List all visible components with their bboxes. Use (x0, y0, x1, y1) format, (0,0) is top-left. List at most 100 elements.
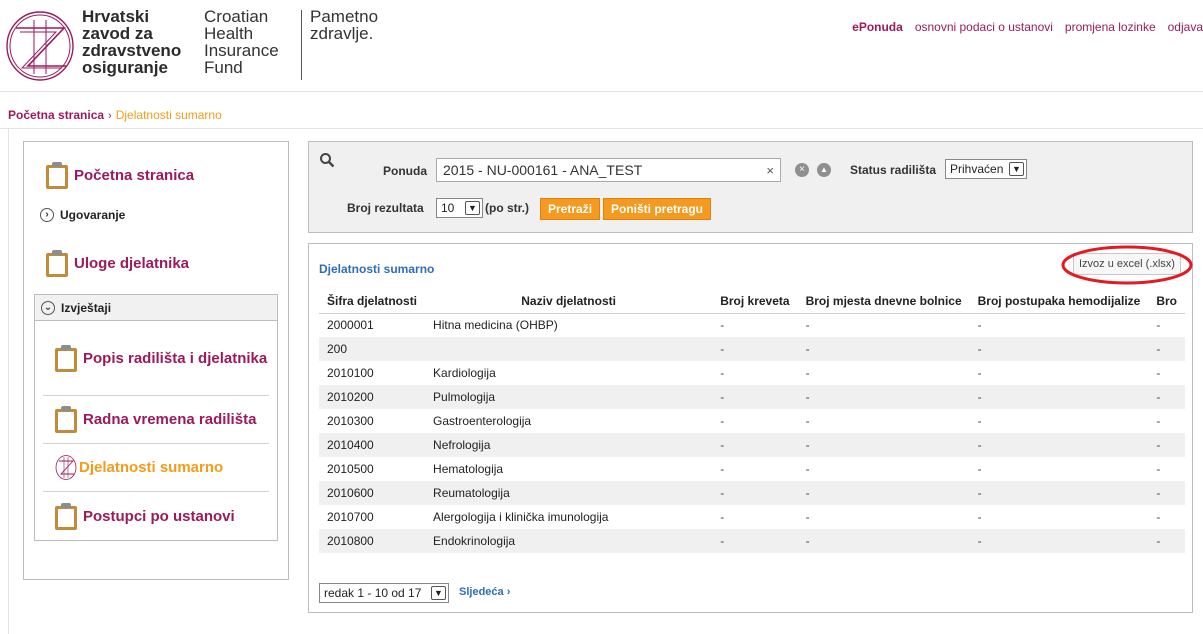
table-cell: 2000001 (319, 313, 426, 337)
table-cell: 2010500 (319, 457, 426, 481)
table-row[interactable]: 2010500 Hematologija - - - - (319, 457, 1185, 481)
table-cell: 2010100 (319, 361, 426, 385)
nav-basic-data[interactable]: osnovni podaci o ustanovi (915, 20, 1053, 34)
chevron-down-icon: ▼ (465, 201, 480, 215)
table-cell: - (1148, 385, 1185, 409)
ponuda-label: Ponuda (383, 164, 427, 178)
clipboard-icon (55, 406, 77, 433)
table-row[interactable]: 2010200 Pulmologija - - - - (319, 385, 1185, 409)
table-cell: - (797, 313, 970, 337)
remove-icon[interactable]: × (795, 163, 809, 177)
table-cell: - (712, 361, 798, 385)
nav-eponuda[interactable]: ePonuda (852, 20, 903, 34)
panel-title: Djelatnosti sumarno (319, 262, 435, 276)
table-cell: - (797, 409, 970, 433)
table-cell: Gastroenterologija (425, 409, 713, 433)
table-cell: Pulmologija (425, 385, 713, 409)
clipboard-icon (55, 502, 77, 530)
sidebar-item-label: Uloge djelatnika (74, 254, 190, 272)
clipboard-icon (55, 344, 77, 372)
column-header[interactable]: Bro (1148, 289, 1185, 314)
chevron-right-icon: › (40, 208, 54, 222)
header: Hrvatski zavod za zdravstveno osiguranje… (0, 0, 1203, 92)
sidebar-item-employee-roles[interactable]: Uloge djelatnika (24, 238, 288, 288)
sidebar-item-home[interactable]: Početna stranica (24, 150, 288, 200)
column-header[interactable]: Šifra djelatnosti (319, 289, 426, 314)
nav-change-password[interactable]: promjena lozinke (1065, 20, 1156, 34)
sidebar-item-worksites[interactable]: Popis radilišta i djelatnika (43, 321, 269, 396)
table-row[interactable]: 200 - - - - (319, 337, 1185, 361)
table-cell: - (1148, 457, 1185, 481)
column-header[interactable]: Broj mjesta dnevne bolnice (797, 289, 970, 314)
table-cell: 2010400 (319, 433, 426, 457)
sidebar-item-contracting[interactable]: › Ugovaranje (24, 200, 288, 230)
table-cell: Kardiologija (425, 361, 713, 385)
breadcrumb-separator-icon: › (108, 110, 112, 122)
table-row[interactable]: 2010600 Reumatologija - - - - (319, 481, 1185, 505)
table-cell: - (969, 337, 1149, 361)
pager-select[interactable]: redak 1 - 10 od 17 ▼ (319, 583, 449, 603)
results-table-wrap: Šifra djelatnosti Naziv djelatnosti Broj… (319, 289, 1185, 579)
table-row[interactable]: 2010700 Alergologija i klinička imunolog… (319, 505, 1185, 529)
collapse-up-icon[interactable]: ▲ (817, 163, 831, 177)
highlight-ellipse (1061, 245, 1193, 285)
table-cell: - (712, 337, 798, 361)
breadcrumb-home[interactable]: Početna stranica (8, 108, 104, 122)
search-button[interactable]: Pretraži (540, 198, 601, 220)
nav-logout[interactable]: odjava (1168, 20, 1203, 34)
table-cell: - (1148, 361, 1185, 385)
reset-search-button[interactable]: Poništi pretragu (603, 198, 712, 220)
sidebar-item-procedures[interactable]: Postupci po ustanovi (43, 492, 269, 540)
chevron-down-icon: ▼ (431, 586, 446, 600)
table-cell: Hitna medicina (OHBP) (425, 313, 713, 337)
next-page-link[interactable]: Sljedeća › (459, 586, 510, 598)
table-cell: - (712, 529, 798, 553)
column-header[interactable]: Broj kreveta (712, 289, 798, 314)
table-row[interactable]: 2010300 Gastroenterologija - - - - (319, 409, 1185, 433)
sidebar-item-activities-summary[interactable]: Djelatnosti sumarno (43, 444, 269, 492)
table-header-row: Šifra djelatnosti Naziv djelatnosti Broj… (319, 289, 1185, 314)
sidebar-item-label: Popis radilišta i djelatnika (83, 349, 268, 367)
logo-text-en: Croatian Health Insurance Fund (204, 7, 279, 77)
table-row[interactable]: 2010400 Nefrologija - - - - (319, 433, 1185, 457)
breadcrumb-current: Djelatnosti sumarno (115, 108, 222, 122)
clipboard-icon (46, 249, 68, 277)
ponuda-value: 2015 - NU-000161 - ANA_TEST (443, 162, 643, 178)
results-count-select[interactable]: 10 ▼ (436, 198, 483, 218)
table-cell: Hematologija (425, 457, 713, 481)
sidebar: Početna stranica › Ugovaranje Uloge djel… (23, 141, 289, 580)
divider (0, 128, 1203, 129)
table-cell: - (1148, 409, 1185, 433)
sidebar-item-label: Djelatnosti sumarno (79, 459, 224, 476)
table-cell: - (712, 457, 798, 481)
table-row[interactable]: 2000001 Hitna medicina (OHBP) - - - - (319, 313, 1185, 337)
table-cell: 2010600 (319, 481, 426, 505)
table-cell: - (797, 457, 970, 481)
table-cell: - (1148, 337, 1185, 361)
sidebar-item-working-hours[interactable]: Radna vremena radilišta (43, 396, 269, 444)
sidebar-item-label: Početna stranica (74, 166, 195, 184)
clear-icon[interactable]: × (766, 163, 774, 178)
table-cell: - (797, 361, 970, 385)
status-select[interactable]: Prihvaćen ▼ (945, 159, 1027, 179)
table-cell: 2010800 (319, 529, 426, 553)
table-cell: - (712, 505, 798, 529)
table-cell: - (712, 409, 798, 433)
table-cell: Reumatologija (425, 481, 713, 505)
column-header[interactable]: Naziv djelatnosti (425, 289, 713, 314)
table-row[interactable]: 2010800 Endokrinologija - - - - (319, 529, 1185, 553)
search-panel: Ponuda 2015 - NU-000161 - ANA_TEST × × ▲… (308, 141, 1193, 233)
table-cell: - (712, 481, 798, 505)
table-cell: - (969, 433, 1149, 457)
table-cell: Nefrologija (425, 433, 713, 457)
hzzo-mark-icon (55, 455, 77, 480)
ponuda-input[interactable]: 2015 - NU-000161 - ANA_TEST × (436, 158, 781, 182)
status-label: Status radilišta (850, 163, 937, 177)
column-header[interactable]: Broj postupaka hemodijalize (969, 289, 1149, 314)
logo-text-hr: Hrvatski zavod za zdravstveno osiguranje (82, 7, 182, 77)
sidebar-group-reports-header[interactable]: ⌄ Izvještaji (35, 295, 277, 321)
table-row[interactable]: 2010100 Kardiologija - - - - (319, 361, 1185, 385)
table-cell: - (712, 313, 798, 337)
table-cell: - (797, 529, 970, 553)
table-cell: 2010700 (319, 505, 426, 529)
